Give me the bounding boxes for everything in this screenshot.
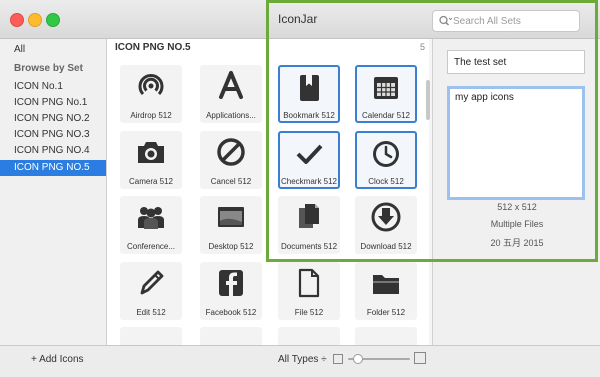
icon-label: Edit 512 <box>136 308 166 317</box>
zoom-window-button[interactable] <box>46 13 60 27</box>
bookmark-icon <box>300 75 319 101</box>
icon-tile-bookmark[interactable]: Bookmark 512 <box>278 65 340 123</box>
icon-tile-checkmark[interactable]: Checkmark 512 <box>278 131 340 189</box>
search-field[interactable] <box>432 10 580 32</box>
icon-tile-desktop[interactable]: Desktop 512 <box>200 196 262 254</box>
cancel-icon <box>217 138 245 166</box>
set-title: ICON PNG NO.5 <box>115 42 191 53</box>
title-bar: IconJar <box>0 0 600 39</box>
icon-tile-download[interactable]: Download 512 <box>355 196 417 254</box>
search-input[interactable] <box>453 13 573 29</box>
small-size-icon <box>333 354 343 364</box>
file-icon <box>298 268 320 298</box>
bottom-toolbar: + Add Icons All Types ÷ <box>0 345 600 377</box>
icon-count: 5 <box>419 42 425 52</box>
calendar-icon <box>374 77 398 99</box>
icon-label: Calendar 512 <box>361 111 411 120</box>
documents-icon <box>299 204 319 228</box>
sidebar: All Browse by Set ICON No.1 ICON PNG No.… <box>0 39 107 345</box>
icon-tile-clock[interactable]: Clock 512 <box>355 131 417 189</box>
icon-label: Airdrop 512 <box>130 111 172 120</box>
icon-tile-applications[interactable]: Applications... <box>200 65 262 123</box>
folder-icon <box>373 275 399 294</box>
sidebar-heading-browse-by-set: Browse by Set <box>14 63 83 74</box>
icon-tile-file[interactable]: File 512 <box>278 262 340 320</box>
icon-browser: ICON PNG NO.5 5 Airdrop 512 Applications… <box>107 39 429 345</box>
sidebar-item-icon-no1[interactable]: ICON No.1 <box>0 79 106 95</box>
date-added: 20 五月 2015 <box>490 238 544 248</box>
icon-tile-camera[interactable]: Camera 512 <box>120 131 182 189</box>
large-size-icon <box>414 352 426 364</box>
airdrop-icon <box>138 74 164 96</box>
icon-label: Documents 512 <box>280 242 338 251</box>
icon-tile-calendar[interactable]: Calendar 512 <box>355 65 417 123</box>
icon-label: Clock 512 <box>368 177 404 186</box>
icon-grid: Airdrop 512 Applications... Bookmark 512 <box>107 59 429 345</box>
icon-size-slider-knob[interactable] <box>353 354 363 364</box>
edit-icon <box>140 270 164 295</box>
icon-tile-cancel[interactable]: Cancel 512 <box>200 131 262 189</box>
icon-tile-partial[interactable] <box>278 327 340 345</box>
type-filter-select[interactable]: All Types ÷ <box>278 354 327 365</box>
sidebar-item-icon-png-no4[interactable]: ICON PNG NO.4 <box>0 143 106 159</box>
icon-label: File 512 <box>294 308 324 317</box>
camera-icon <box>138 142 164 163</box>
search-icon <box>439 15 452 26</box>
desktop-icon <box>218 207 244 227</box>
grid-scrollbar[interactable] <box>426 80 430 120</box>
close-window-button[interactable] <box>10 13 24 27</box>
icon-dimensions: 512 x 512 <box>497 202 537 212</box>
icon-tile-airdrop[interactable]: Airdrop 512 <box>120 65 182 123</box>
icon-label: Facebook 512 <box>205 308 257 317</box>
download-icon <box>371 202 401 232</box>
sidebar-item-all[interactable]: All <box>0 42 106 58</box>
icon-tile-folder[interactable]: Folder 512 <box>355 262 417 320</box>
icon-label: Conference... <box>126 242 176 251</box>
icon-label: Bookmark 512 <box>283 111 335 120</box>
minimize-window-button[interactable] <box>28 13 42 27</box>
set-name-field[interactable] <box>447 50 585 74</box>
icon-label: Checkmark 512 <box>280 177 338 186</box>
icon-label: Desktop 512 <box>208 242 254 251</box>
icon-tile-facebook[interactable]: Facebook 512 <box>200 262 262 320</box>
iconjar-window: IconJar All Browse by Set ICON No.1 ICON… <box>0 0 600 377</box>
app-title: IconJar <box>278 12 318 26</box>
icon-label: Applications... <box>206 111 256 120</box>
icon-tile-partial[interactable] <box>120 327 182 345</box>
icon-label: Camera 512 <box>128 177 174 186</box>
inspector-panel: my app icons 512 x 512 Multiple Files 20… <box>432 39 600 345</box>
icon-tile-edit[interactable]: Edit 512 <box>120 262 182 320</box>
sidebar-item-icon-png-no5[interactable]: ICON PNG NO.5 <box>0 160 106 176</box>
checkmark-icon <box>296 144 323 164</box>
file-count: Multiple Files <box>490 219 544 229</box>
icon-tile-partial[interactable] <box>355 327 417 345</box>
sidebar-item-icon-png-no1[interactable]: ICON PNG No.1 <box>0 95 106 111</box>
icon-label: Download 512 <box>360 242 412 251</box>
conference-icon <box>138 207 164 229</box>
add-icons-button[interactable]: + Add Icons <box>31 354 84 365</box>
applications-icon <box>219 71 243 99</box>
icon-tile-conference[interactable]: Conference... <box>120 196 182 254</box>
icon-tile-documents[interactable]: Documents 512 <box>278 196 340 254</box>
description-field[interactable]: my app icons <box>447 86 585 200</box>
clock-icon <box>373 141 399 167</box>
sidebar-item-icon-png-no2[interactable]: ICON PNG NO.2 <box>0 111 106 127</box>
icon-label: Folder 512 <box>366 308 406 317</box>
icon-label: Cancel 512 <box>210 177 252 186</box>
facebook-icon <box>219 270 243 296</box>
sidebar-item-icon-png-no3[interactable]: ICON PNG NO.3 <box>0 127 106 143</box>
icon-tile-partial[interactable] <box>200 327 262 345</box>
